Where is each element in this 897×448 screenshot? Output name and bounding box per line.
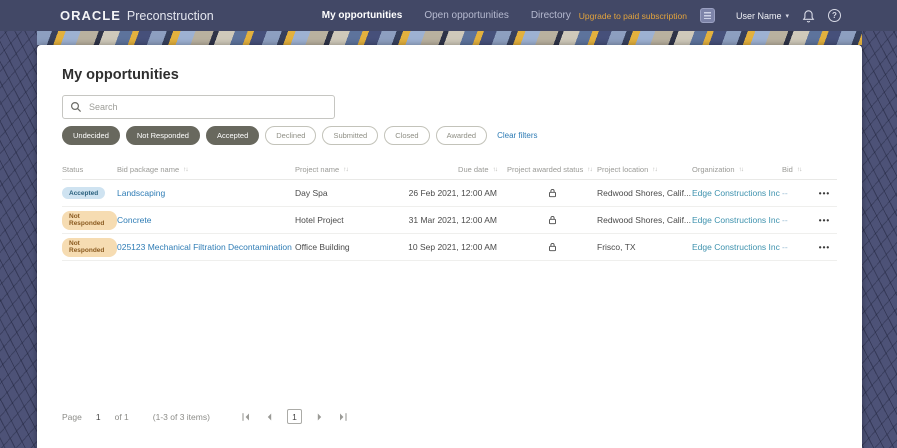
nav-directory[interactable]: Directory	[531, 10, 571, 21]
organization-link[interactable]: Edge Constructions Inc	[692, 215, 782, 225]
table-row: Not Responded 025123 Mechanical Filtrati…	[62, 234, 837, 261]
due-date-cell: 10 Sep 2021, 12:00 AM	[408, 242, 497, 252]
lock-icon	[507, 242, 597, 252]
filter-chip-not-responded[interactable]: Not Responded	[125, 126, 200, 145]
first-page-button[interactable]	[241, 412, 251, 422]
status-badge: Accepted	[62, 187, 106, 200]
table-row: Accepted Landscaping Day Spa 26 Feb 2021…	[62, 180, 837, 207]
lock-icon	[507, 215, 597, 225]
search-icon	[70, 101, 82, 113]
user-name-label: User Name	[735, 10, 782, 21]
nav-my-opportunities[interactable]: My opportunities	[322, 10, 403, 21]
upgrade-subscription-link[interactable]: Upgrade to paid subscription	[579, 11, 687, 21]
search-input[interactable]	[62, 95, 335, 119]
filter-chips: Undecided Not Responded Accepted Decline…	[62, 126, 837, 145]
pagination-bar: Page 1 of 1 (1-3 of 3 items) 1	[62, 409, 355, 424]
top-right-controls: Upgrade to paid subscription User Name ▾…	[579, 8, 841, 23]
filter-chip-declined[interactable]: Declined	[265, 126, 317, 145]
filter-chip-accepted[interactable]: Accepted	[205, 126, 260, 145]
filter-chip-closed[interactable]: Closed	[384, 126, 430, 145]
page-label: Page	[62, 411, 82, 422]
filter-chip-awarded[interactable]: Awarded	[435, 126, 488, 145]
subscription-badge-icon[interactable]	[699, 8, 715, 23]
notifications-bell-icon[interactable]	[802, 9, 815, 23]
bid-package-link[interactable]: 025123 Mechanical Filtration Decontamina…	[117, 242, 295, 252]
top-bar: ORACLE Preconstruction My opportunities …	[0, 0, 897, 31]
col-status: Status	[62, 165, 84, 174]
items-count-label: (1-3 of 3 items)	[152, 411, 210, 422]
last-page-button[interactable]	[338, 412, 348, 422]
next-page-button[interactable]	[316, 412, 324, 422]
col-due-date[interactable]: Due date ↑↓	[407, 165, 507, 174]
project-location-cell: Redwood Shores, Calif...	[597, 215, 692, 225]
status-badge: Not Responded	[62, 210, 117, 230]
bid-cell: --	[782, 188, 788, 198]
current-page-box[interactable]: 1	[286, 409, 302, 424]
brand-logo: ORACLE Preconstruction	[60, 8, 214, 23]
bid-cell: --	[782, 215, 788, 225]
col-bid[interactable]: Bid ↑↓	[782, 165, 812, 174]
page-number: 1	[95, 411, 101, 422]
bid-package-link[interactable]: Concrete	[117, 215, 295, 225]
lock-icon	[507, 188, 597, 198]
search-box	[62, 95, 335, 119]
col-organization[interactable]: Organization ↑↓	[692, 165, 782, 174]
top-nav: My opportunities Open opportunities Dire…	[322, 10, 571, 21]
row-actions-menu[interactable]: •••	[812, 216, 837, 225]
due-date-cell: 26 Feb 2021, 12:00 AM	[408, 188, 497, 198]
bid-package-link[interactable]: Landscaping	[117, 188, 295, 198]
sort-icon: ↑↓	[343, 166, 348, 173]
help-icon[interactable]: ?	[828, 9, 841, 22]
project-location-cell: Frisco, TX	[597, 242, 636, 252]
page-of-label: of 1	[114, 411, 129, 422]
sort-icon: ↑↓	[652, 166, 657, 173]
status-badge: Not Responded	[62, 237, 117, 257]
decorative-banner	[37, 31, 862, 45]
filter-chip-submitted[interactable]: Submitted	[322, 126, 379, 145]
project-name-cell: Day Spa	[295, 188, 328, 198]
col-bid-package-name[interactable]: Bid package name ↑↓	[117, 165, 295, 174]
due-date-cell: 31 Mar 2021, 12:00 AM	[408, 215, 497, 225]
project-name-cell: Hotel Project	[295, 215, 344, 225]
sort-icon: ↑↓	[492, 166, 498, 173]
col-project-location[interactable]: Project location ↑↓	[597, 165, 692, 174]
previous-page-button[interactable]	[265, 412, 273, 422]
sort-icon: ↑↓	[587, 166, 592, 173]
project-name-cell: Office Building	[295, 242, 350, 252]
organization-link[interactable]: Edge Constructions Inc	[692, 242, 782, 252]
filter-chip-undecided[interactable]: Undecided	[62, 126, 120, 145]
table-row: Not Responded Concrete Hotel Project 31 …	[62, 207, 837, 234]
organization-link[interactable]: Edge Constructions Inc	[692, 188, 782, 198]
chevron-down-icon: ▾	[785, 12, 789, 20]
nav-open-opportunities[interactable]: Open opportunities	[424, 10, 509, 21]
project-location-cell: Redwood Shores, Calif...	[597, 188, 692, 198]
sort-icon: ↑↓	[738, 166, 744, 173]
sort-icon: ↑↓	[796, 166, 802, 173]
content-card: My opportunities Undecided Not Responded…	[37, 45, 862, 448]
oracle-logo: ORACLE	[60, 8, 121, 23]
bid-cell: --	[782, 242, 788, 252]
table-header: Status Bid package name ↑↓ Project name ↑↓…	[62, 160, 837, 180]
row-actions-menu[interactable]: •••	[812, 189, 837, 198]
col-project-awarded-status[interactable]: Project awarded status ↑↓	[507, 165, 597, 174]
app-viewport: ORACLE Preconstruction My opportunities …	[0, 0, 897, 448]
col-project-name[interactable]: Project name ↑↓	[295, 165, 407, 174]
page-title: My opportunities	[62, 67, 179, 83]
row-actions-menu[interactable]: •••	[812, 243, 837, 252]
clear-filters-link[interactable]: Clear filters	[497, 131, 537, 140]
sort-icon: ↑↓	[183, 166, 188, 173]
user-menu[interactable]: User Name ▾	[736, 11, 789, 21]
product-name: Preconstruction	[126, 9, 214, 23]
